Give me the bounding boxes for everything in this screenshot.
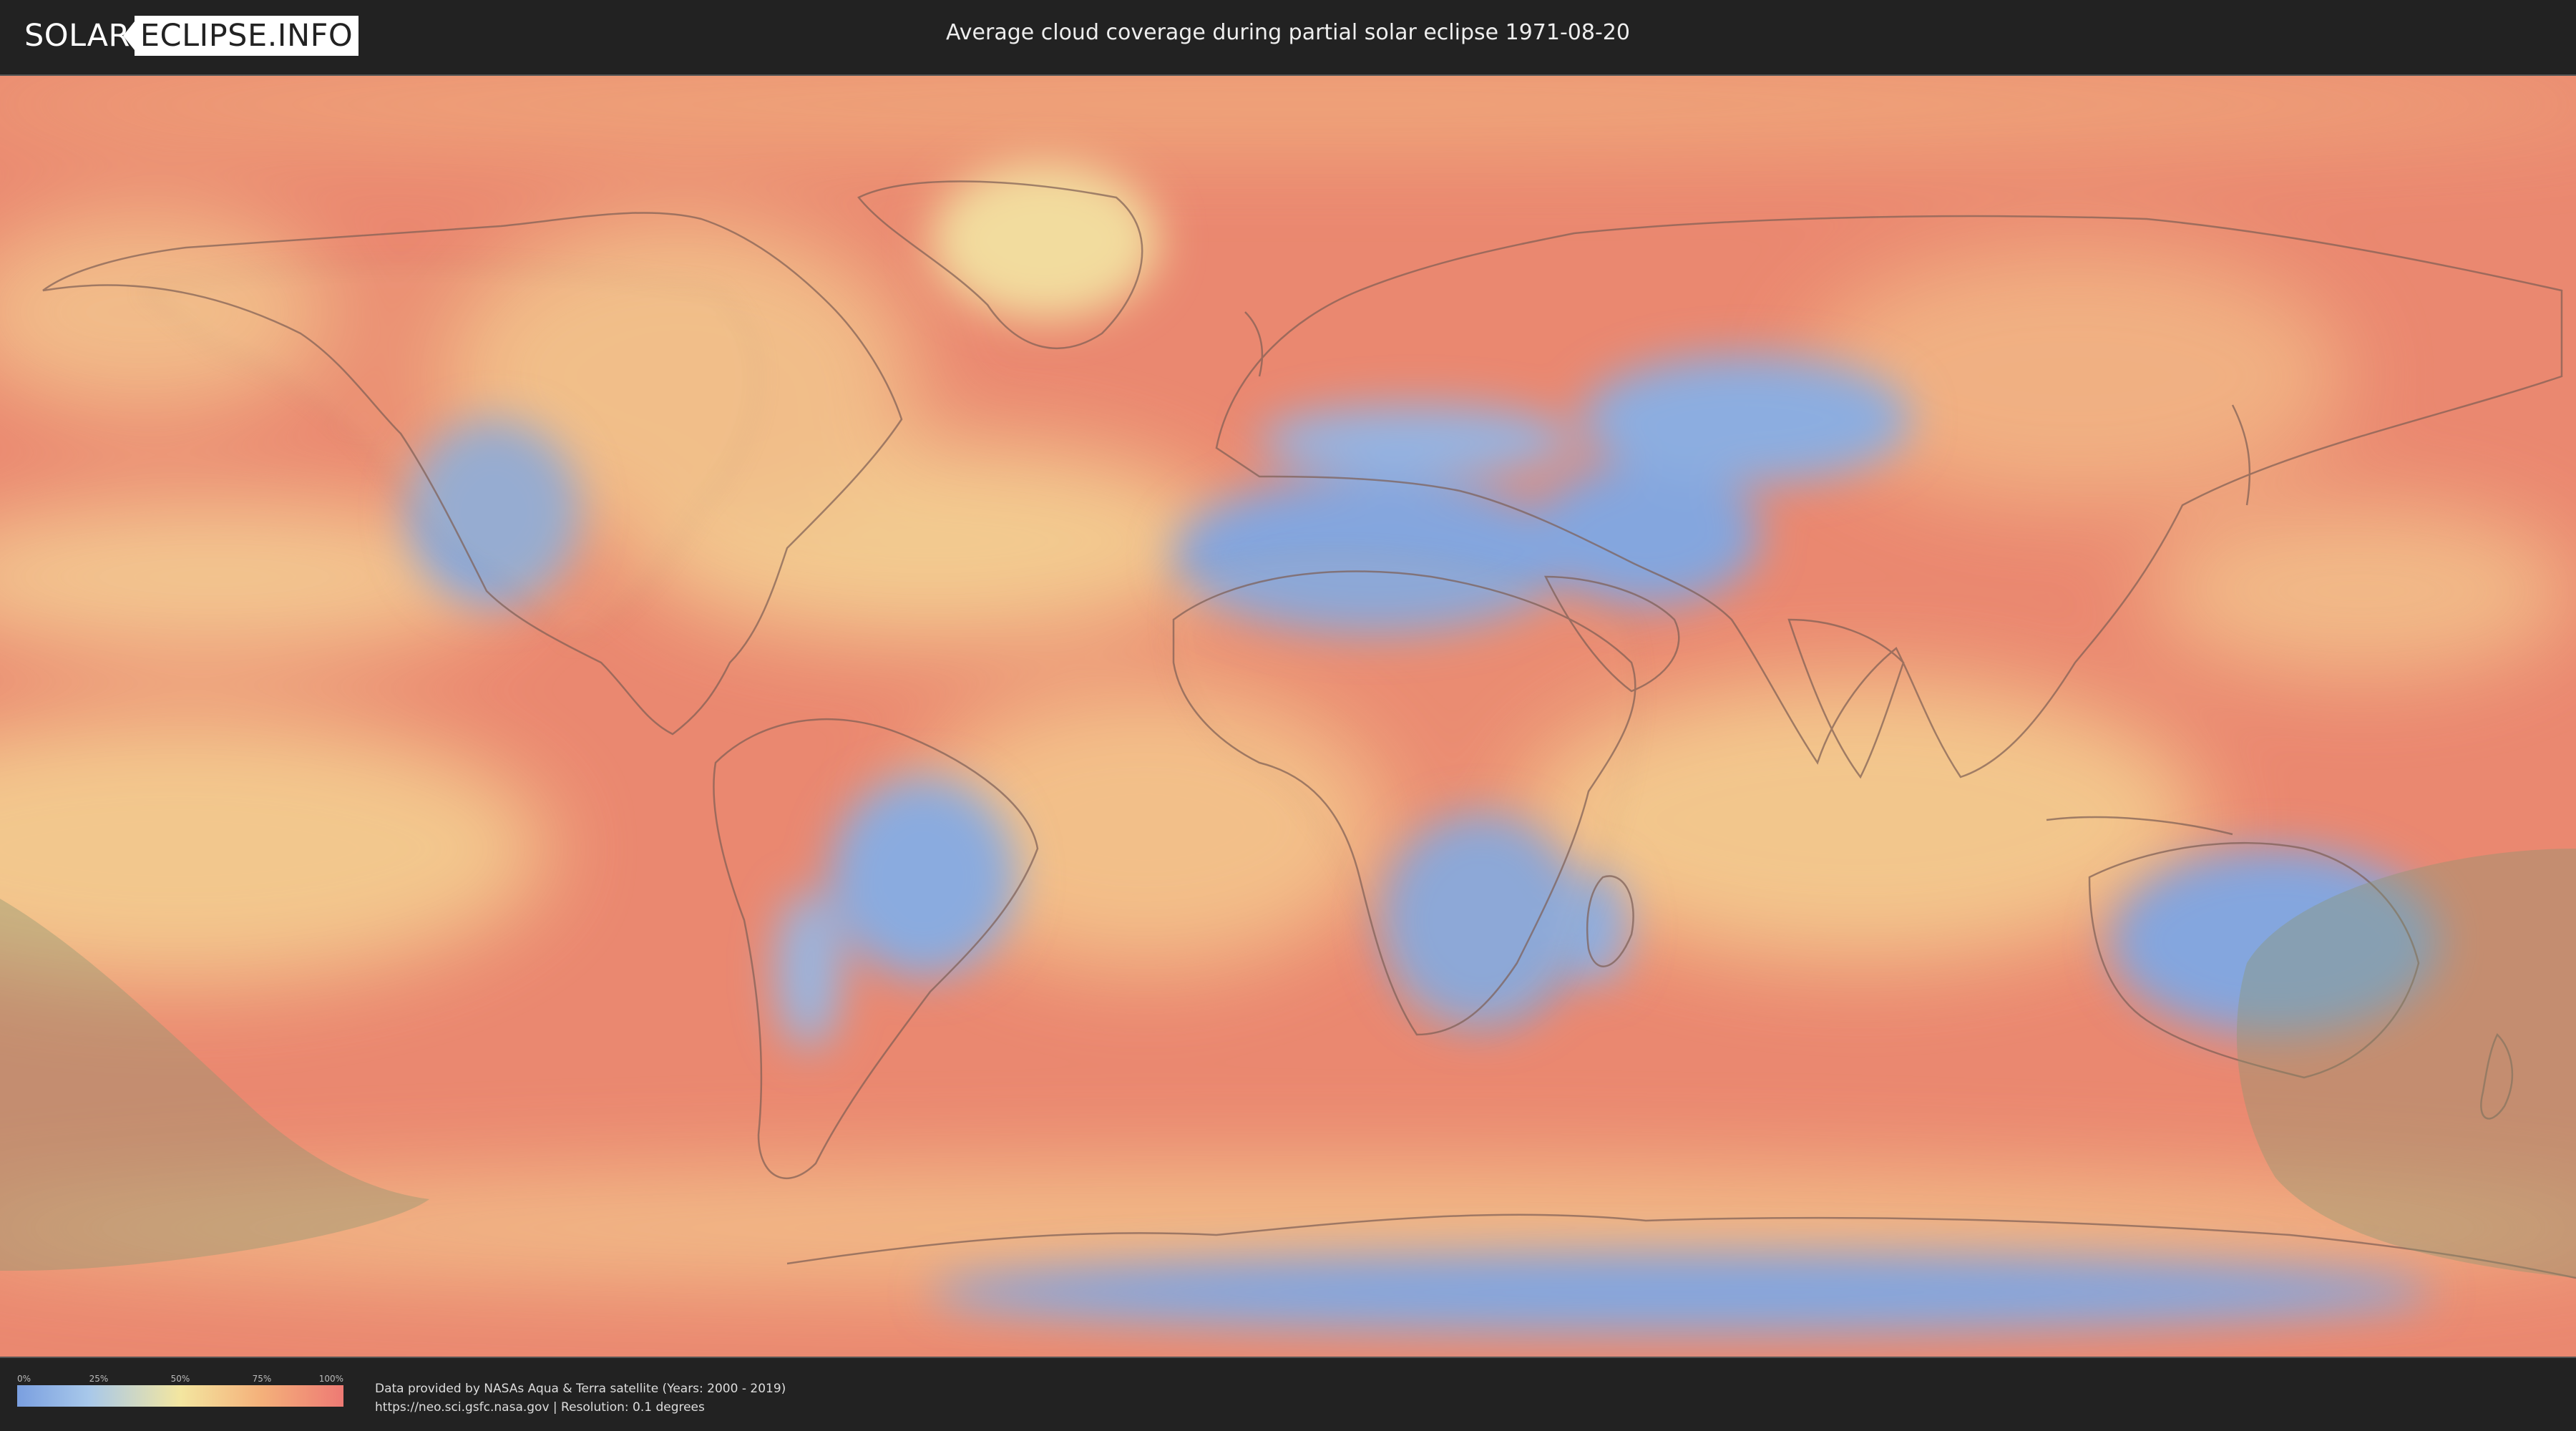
legend-tick: 75% [252, 1374, 272, 1384]
data-credits: Data provided by NASAs Aqua & Terra sate… [375, 1379, 786, 1417]
legend-tick: 25% [89, 1374, 109, 1384]
band-east-asia [1803, 248, 2347, 505]
low-cloud-mediterranean [1259, 405, 1574, 477]
band-west-pacific [2147, 505, 2576, 677]
legend-color-bar [17, 1385, 343, 1407]
cloud-coverage-map[interactable] [0, 74, 2576, 1358]
low-cloud-brazil [830, 777, 1016, 977]
map-svg [0, 76, 2576, 1357]
cloud-coverage-legend: 0% 25% 50% 75% 100% [17, 1374, 343, 1407]
credits-line-url[interactable]: https://neo.sci.gsfc.nasa.gov | Resoluti… [375, 1398, 786, 1417]
legend-tick: 50% [170, 1374, 190, 1384]
legend-tick: 0% [17, 1374, 31, 1384]
low-cloud-arabia [1531, 462, 1760, 605]
low-cloud-central-asia [1581, 355, 1911, 484]
legend-ticks: 0% 25% 50% 75% 100% [17, 1374, 343, 1385]
credits-line-source: Data provided by NASAs Aqua & Terra sate… [375, 1382, 786, 1396]
header: SOLAR ECLIPSE.INFO Average cloud coverag… [0, 0, 2576, 72]
page-title: Average cloud coverage during partial so… [946, 20, 1630, 45]
low-cloud-andes [776, 892, 841, 1049]
legend-tick: 100% [318, 1374, 343, 1384]
low-cloud-greenland [930, 162, 1159, 319]
footer: 0% 25% 50% 75% 100% Data provided by NAS… [0, 1358, 2576, 1431]
low-cloud-antarctica [930, 1253, 2433, 1332]
